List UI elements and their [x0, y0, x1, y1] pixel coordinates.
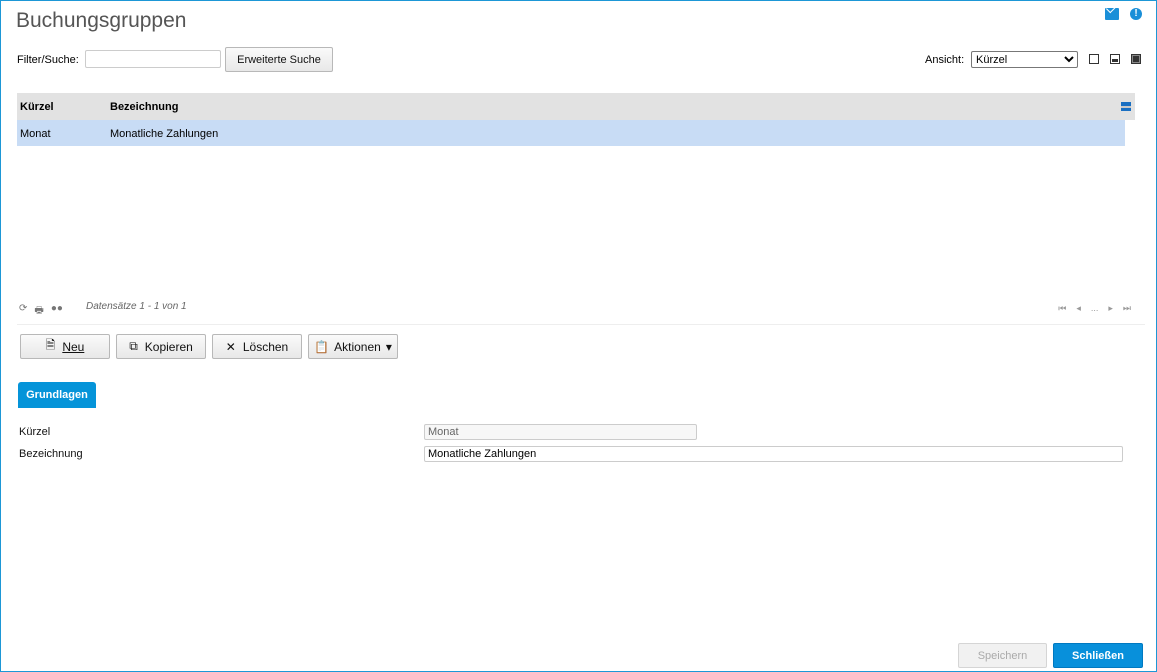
new-button-label: Neu [62, 339, 85, 354]
column-chooser-icon[interactable] [1121, 102, 1131, 111]
save-button[interactable]: Speichern [958, 643, 1047, 668]
table-row[interactable]: Monat Monatliche Zahlungen [17, 120, 1125, 146]
help-icon[interactable]: ! [1130, 8, 1142, 20]
next-page-icon[interactable]: ▸ [1108, 303, 1113, 314]
filter-label: Filter/Suche: [17, 54, 79, 66]
divider [17, 324, 1145, 325]
prev-page-icon[interactable]: ◂ [1076, 303, 1081, 314]
last-page-icon[interactable]: ⏭ [1123, 303, 1131, 314]
clipboard-icon: 📋 [314, 339, 330, 354]
chevron-down-icon: ▾ [385, 339, 392, 354]
kuerzel-field[interactable] [424, 424, 697, 440]
column-header-bezeichnung[interactable]: Bezeichnung [110, 101, 178, 113]
delete-button[interactable]: ✕ Löschen [212, 334, 302, 359]
cell-bezeichnung: Monatliche Zahlungen [110, 128, 219, 140]
copy-icon: ⧉ [129, 339, 138, 353]
layout-split-icon[interactable] [1110, 54, 1120, 64]
copy-button[interactable]: ⧉ Kopieren [116, 334, 206, 359]
copy-button-label: Kopieren [144, 339, 193, 354]
dialog-window: Buchungsgruppen ! Filter/Suche: Erweiter… [0, 0, 1157, 672]
view-label: Ansicht: [925, 54, 965, 66]
bezeichnung-field[interactable] [424, 446, 1123, 462]
kuerzel-label: Kürzel [19, 426, 51, 438]
view-select[interactable]: Kürzel [971, 51, 1078, 68]
delete-button-label: Löschen [242, 339, 289, 354]
refresh-icon[interactable]: ⟳ [19, 303, 27, 320]
actions-dropdown-button[interactable]: 📋 Aktionen ▾ [308, 334, 398, 359]
record-count: Datensätze 1 - 1 von 1 [86, 301, 187, 312]
mail-icon[interactable] [1105, 8, 1119, 20]
close-button[interactable]: Schließen [1053, 643, 1143, 668]
layout-single-icon[interactable] [1089, 54, 1099, 64]
filter-search-input[interactable] [85, 50, 221, 68]
extended-search-button[interactable]: Erweiterte Suche [225, 47, 333, 72]
first-page-icon[interactable]: ⏮ [1058, 303, 1066, 314]
grid-header: Kürzel Bezeichnung [17, 93, 1135, 120]
print-icon[interactable]: 🖶 [34, 303, 43, 320]
grid-footer: ⟳ 🖶 ●● Datensätze 1 - 1 von 1 ⏮ ◂ ... ▸ … [17, 301, 1143, 319]
close-icon: ✕ [225, 339, 236, 354]
document-icon: 🗎 [45, 338, 56, 352]
pager: ⏮ ◂ ... ▸ ⏭ [1058, 303, 1131, 314]
bezeichnung-label: Bezeichnung [19, 448, 83, 460]
new-button[interactable]: 🗎 Neu [20, 334, 110, 359]
column-header-kuerzel[interactable]: Kürzel [20, 101, 54, 113]
settings-dots-icon[interactable]: ●● [51, 303, 63, 320]
header-icons: ! [1105, 8, 1142, 20]
layout-full-icon[interactable] [1131, 54, 1141, 64]
actions-button-label: Aktionen [334, 339, 381, 354]
cell-kuerzel: Monat [20, 128, 51, 140]
page-ellipsis: ... [1090, 303, 1099, 313]
page-title: Buchungsgruppen [16, 9, 187, 32]
tab-grundlagen[interactable]: Grundlagen [18, 382, 96, 408]
